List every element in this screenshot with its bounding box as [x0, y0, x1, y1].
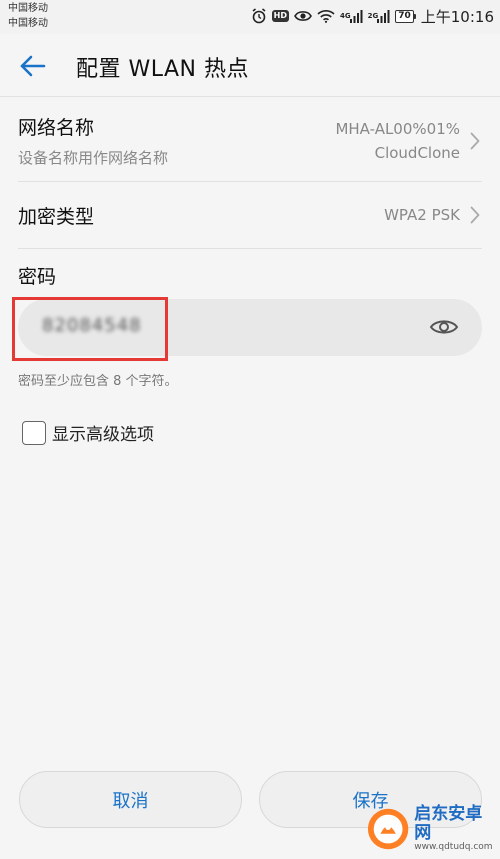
password-value: 82084548: [42, 315, 142, 336]
network-name-row[interactable]: 网络名称 设备名称用作网络名称 MHA-AL00%01% CloudClone: [0, 97, 500, 181]
chevron-right-icon: [468, 131, 482, 151]
divider: [18, 248, 482, 249]
hd-icon: HD: [271, 10, 289, 22]
network-name-label: 网络名称: [18, 117, 95, 139]
status-icons: HD 4G 2G 70 上午10:16: [251, 6, 494, 26]
battery-icon: 70: [395, 9, 416, 23]
watermark-url: www.qdtudq.com: [414, 841, 493, 852]
chevron-right-icon: [468, 205, 482, 225]
battery-level: 70: [395, 9, 414, 23]
watermark-logo-icon: [367, 808, 409, 850]
back-button[interactable]: [14, 48, 50, 84]
password-hint: 密码至少应包含 8 个字符。: [18, 374, 178, 389]
network-name-value-line1: MHA-AL00%01%: [335, 120, 460, 138]
security-type-value: WPA2 PSK: [384, 206, 460, 224]
carrier-2: 中国移动: [8, 18, 48, 29]
screen: 中国移动 中国移动 HD 4G 2G 70 上午10:16 配置 WLAN 热点…: [0, 0, 500, 859]
carrier-info: 中国移动 中国移动: [8, 1, 48, 31]
wifi-icon: [317, 9, 335, 23]
alarm-icon: [251, 8, 267, 24]
status-time: 上午10:16: [420, 7, 494, 26]
eye-comfort-icon: [294, 9, 312, 23]
security-type-row[interactable]: 加密类型 WPA2 PSK: [0, 182, 500, 250]
status-bar: 中国移动 中国移动 HD 4G 2G 70 上午10:16: [0, 0, 500, 34]
eye-icon: [429, 320, 459, 334]
network-name-sublabel: 设备名称用作网络名称: [18, 149, 169, 167]
network-name-value: MHA-AL00%01% CloudClone: [335, 117, 460, 165]
advanced-options-checkbox[interactable]: [22, 420, 46, 445]
toolbar: 配置 WLAN 热点: [0, 34, 500, 97]
network-name-value-line2: CloudClone: [374, 144, 460, 162]
show-password-toggle[interactable]: [428, 313, 460, 341]
watermark-text: 启东安卓网 www.qdtudq.com: [414, 805, 496, 852]
carrier-1: 中国移动: [8, 3, 48, 14]
signal-icon-2: 2G: [368, 9, 391, 23]
signal-icon: 4G: [340, 9, 363, 23]
security-type-label: 加密类型: [18, 206, 95, 228]
arrow-left-icon: [20, 55, 46, 77]
password-label: 密码: [18, 266, 57, 288]
advanced-options-checkbox-row[interactable]: 显示高级选项: [22, 420, 154, 445]
watermark-title: 启东安卓网: [414, 804, 483, 844]
password-input[interactable]: 82084548: [18, 299, 482, 356]
advanced-options-label: 显示高级选项: [52, 425, 154, 445]
watermark: 启东安卓网 www.qdtudq.com: [366, 801, 496, 857]
page-title: 配置 WLAN 热点: [76, 57, 250, 82]
cancel-button[interactable]: 取消: [19, 771, 242, 828]
